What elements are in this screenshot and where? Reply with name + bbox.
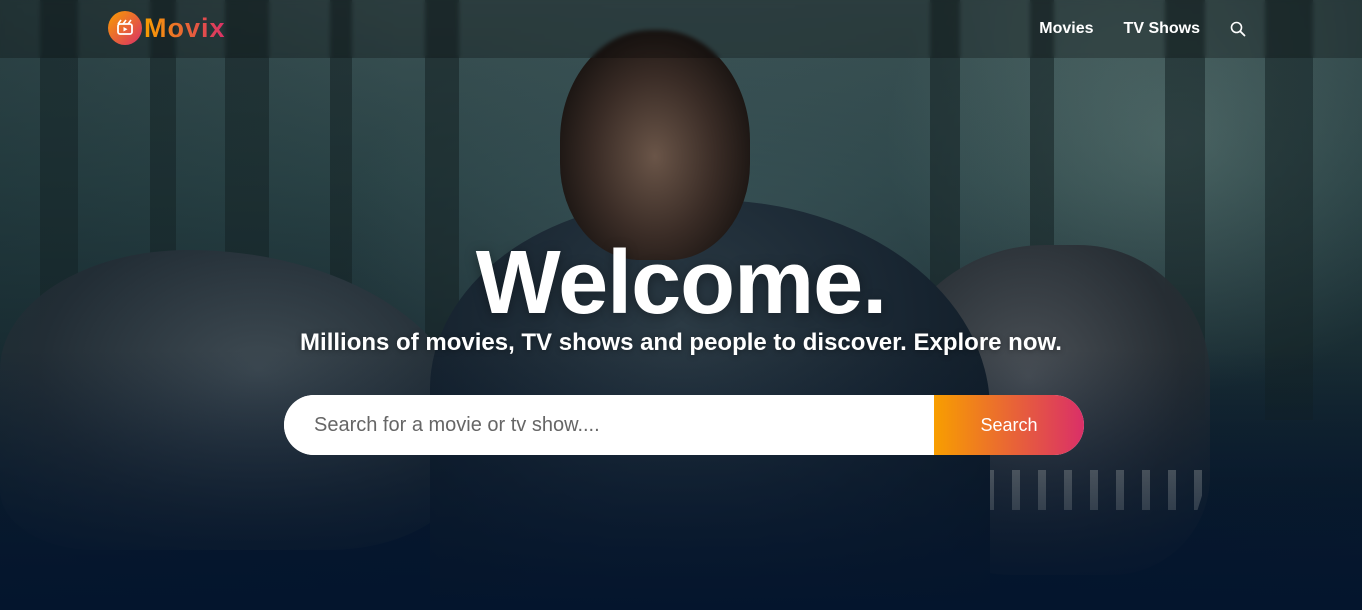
search-button[interactable]: Search <box>934 395 1084 455</box>
nav-item-movies[interactable]: Movies <box>1039 20 1093 38</box>
logo[interactable]: Movix <box>108 10 226 46</box>
hero-subtitle: Millions of movies, TV shows and people … <box>300 329 1062 356</box>
hero-gradient-overlay <box>0 350 1362 610</box>
hero-title: Welcome. <box>475 233 888 333</box>
search-bar: Search <box>284 395 1084 455</box>
site-header: Movix Movies TV Shows <box>0 0 1362 58</box>
background-figure-head <box>560 30 750 260</box>
main-nav: Movies TV Shows <box>1039 0 1248 58</box>
logo-text: Movix <box>144 12 226 43</box>
logo-icon <box>108 11 142 45</box>
hero-banner: Movix Movies TV Shows Welcome. Millions … <box>0 0 1362 610</box>
search-input[interactable] <box>284 395 934 455</box>
nav-item-tv-shows[interactable]: TV Shows <box>1124 20 1200 38</box>
search-icon[interactable] <box>1230 20 1248 38</box>
